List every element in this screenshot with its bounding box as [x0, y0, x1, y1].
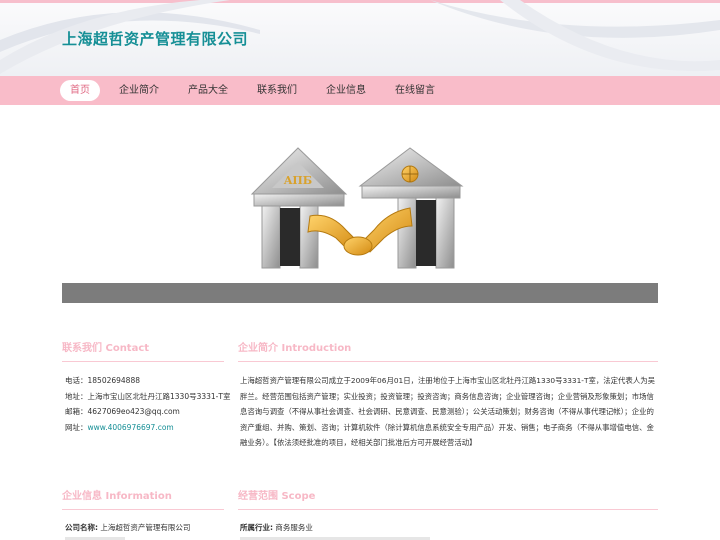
- contact-phone-row: 电话：18502694888: [65, 373, 230, 389]
- nav-item-products[interactable]: 产品大全: [178, 80, 238, 101]
- nav-item-contact[interactable]: 联系我们: [247, 80, 307, 101]
- contact-phone-value: 18502694888: [87, 376, 141, 385]
- nav-item-company-intro[interactable]: 企业简介: [109, 80, 169, 101]
- info-company-value: 上海超哲资产管理有限公司: [100, 523, 191, 532]
- info-company-label: 公司名称:: [65, 523, 98, 532]
- main-nav: 首页 企业简介 产品大全 联系我们 企业信息 在线留言: [0, 76, 720, 105]
- scope-section-title: 经营范围 Scope: [238, 487, 658, 510]
- contact-phone-label: 电话：: [65, 376, 88, 385]
- banner-left-sign: AПБ: [283, 174, 312, 187]
- nav-item-home[interactable]: 首页: [60, 80, 100, 101]
- info-company-row: 公司名称: 上海超哲资产管理有限公司: [65, 522, 190, 533]
- contact-address-row: 地址：上海市宝山区北牡丹江路1330号3331-T室: [65, 389, 230, 405]
- contact-section-title: 联系我们 Contact: [62, 339, 224, 362]
- scope-industry-label: 所属行业:: [240, 523, 273, 532]
- contact-email-label: 邮箱：: [65, 407, 88, 416]
- scope-industry-value: 商务服务业: [275, 523, 313, 532]
- banner-handshake-image: AПБ: [250, 147, 464, 269]
- banner-gray-bar: [62, 283, 658, 303]
- contact-website-link[interactable]: www.4006976697.com: [88, 423, 174, 432]
- site-title[interactable]: 上海超哲资产管理有限公司: [62, 28, 248, 49]
- contact-address-value: 上海市宝山区北牡丹江路1330号3331-T室: [87, 391, 231, 401]
- nav-item-company-info[interactable]: 企业信息: [316, 80, 376, 101]
- contact-email-value: 4627069eo423@qq.com: [87, 407, 180, 416]
- contact-website-row: 网址：www.4006976697.com: [65, 420, 230, 436]
- scope-industry-row: 所属行业: 商务服务业: [240, 522, 313, 533]
- contact-email-row: 邮箱：4627069eo423@qq.com: [65, 404, 230, 420]
- banner: AПБ: [62, 140, 658, 275]
- contact-website-label: 网址：: [65, 422, 88, 432]
- nav-item-message[interactable]: 在线留言: [385, 80, 445, 101]
- info-section-title: 企业信息 Information: [62, 487, 224, 510]
- site-header: 上海超哲资产管理有限公司: [0, 0, 720, 76]
- contact-list: 电话：18502694888 地址：上海市宝山区北牡丹江路1330号3331-T…: [65, 373, 230, 435]
- intro-section-title: 企业简介 Introduction: [238, 339, 658, 362]
- intro-text: 上海超哲资产管理有限公司成立于2009年06月01日，注册地位于上海市宝山区北牡…: [240, 376, 655, 447]
- contact-address-label: 地址：: [65, 391, 88, 401]
